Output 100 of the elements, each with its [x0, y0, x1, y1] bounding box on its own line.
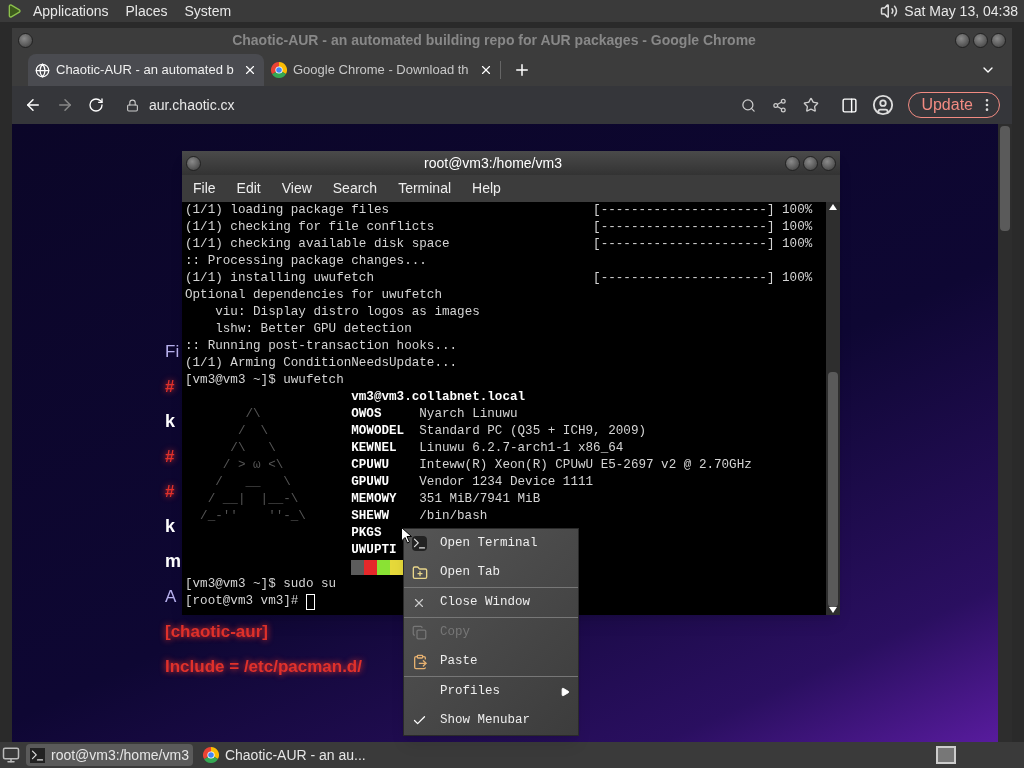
fetch-label: GPUWU: [351, 474, 390, 491]
chrome-logo-icon: [271, 62, 287, 78]
terminal-line: lshw: Better GPU detection: [214, 321, 412, 338]
menu-item[interactable]: Search: [332, 178, 378, 199]
window-button[interactable]: [973, 32, 988, 48]
volume-icon[interactable]: [880, 2, 899, 20]
close-tab-icon[interactable]: [243, 63, 257, 77]
ascii-art-line: / > ω <\: [221, 457, 284, 474]
menu-item[interactable]: File: [193, 178, 216, 199]
share-icon[interactable]: [772, 97, 788, 113]
window-button[interactable]: [821, 155, 836, 171]
window-button[interactable]: [18, 32, 33, 48]
taskbar-item[interactable]: root@vm3:/home/vm3: [26, 744, 193, 766]
page-text: A: [165, 585, 177, 608]
reload-icon[interactable]: [88, 97, 104, 113]
ascii-art-line: /\ \: [229, 440, 276, 457]
ascii-art-line: / __| |__-\: [206, 491, 299, 508]
progress-text: [----------------------] 100%: [593, 270, 813, 287]
terminal-line: viu: Display distro logos as images: [214, 304, 480, 321]
window-button[interactable]: [955, 32, 970, 48]
new-tab-icon[interactable]: [513, 61, 531, 79]
fetch-value: 351 MiB/7941 MiB: [419, 491, 541, 508]
panel-menu[interactable]: Places: [125, 0, 168, 22]
globe-icon: [35, 62, 50, 78]
menu-item[interactable]: View: [281, 178, 312, 199]
copy-icon: [412, 625, 427, 640]
context-menu-item[interactable]: Paste: [404, 647, 578, 676]
fetch-header: vm3@vm3.collabnet.local: [351, 389, 526, 406]
show-desktop-icon[interactable]: [2, 746, 20, 764]
fetch-label: MEMOWY: [351, 491, 397, 508]
window-title: root@vm3:/home/vm3: [423, 153, 563, 173]
panel-menu[interactable]: Applications: [33, 0, 109, 22]
back-icon[interactable]: [24, 96, 42, 114]
fetch-label: PKGS: [351, 525, 382, 542]
fetch-value: Vendor 1234 Device 1111: [419, 474, 594, 491]
terminal-line: (1/1) checking for file conflicts: [185, 219, 436, 236]
fetch-value: Inteww(R) Xeon(R) CPUwU E5-2697 v2 @ 2.70GHz: [419, 457, 752, 474]
page-text: k: [165, 515, 175, 538]
side-panel-icon[interactable]: [841, 96, 859, 114]
context-menu-item[interactable]: Profiles: [404, 677, 578, 706]
terminal-icon: [412, 536, 427, 551]
logo-icon[interactable]: [6, 3, 22, 19]
scrollbar[interactable]: [826, 202, 840, 615]
context-menu-item[interactable]: Open Tab: [404, 558, 578, 587]
terminal-line: :: Processing package changes...: [185, 253, 427, 270]
terminal-line: :: Running post-transaction hooks...: [185, 338, 458, 355]
ascii-art-line: /\: [244, 406, 261, 423]
scroll-up-icon[interactable]: [829, 204, 837, 210]
window-title: Chaotic-AUR - an automated building repo for AUR packages - Google Chrome: [231, 30, 757, 50]
progress-text: [----------------------] 100%: [593, 219, 813, 236]
menu-item[interactable]: Edit: [236, 178, 261, 199]
menu-item[interactable]: Terminal: [398, 178, 452, 199]
fetch-value: Linuwu 6.2.7-arch1-1 x86_64: [419, 440, 624, 457]
progress-text: [----------------------] 100%: [593, 202, 813, 219]
window-button[interactable]: [991, 32, 1006, 48]
terminal-line: [vm3@vm3 ~]$ uwufetch: [185, 372, 344, 389]
terminal-icon: [30, 747, 45, 763]
window-button[interactable]: [186, 155, 201, 171]
page-text: k: [165, 410, 175, 433]
browser-tab[interactable]: Google Chrome - Download th: [264, 54, 500, 86]
terminal-line: [vm3@vm3 ~]$ sudo su: [185, 576, 337, 593]
menu-item[interactable]: Help: [472, 178, 501, 199]
forward-icon[interactable]: [56, 96, 74, 114]
fetch-label: KEWNEL: [351, 440, 397, 457]
page-text: m: [165, 550, 181, 573]
search-icon[interactable]: [741, 97, 757, 113]
fetch-value: /bin/bash: [419, 508, 488, 525]
star-icon[interactable]: [803, 97, 820, 113]
terminal-line: (1/1) Arming ConditionNeedsUpdate...: [185, 355, 458, 372]
scrollbar[interactable]: [998, 124, 1012, 742]
text-cursor: [305, 593, 315, 610]
fetch-label: UWUPTI: [351, 542, 397, 559]
fetch-label: OWOS: [351, 406, 382, 423]
clock[interactable]: Sat May 13, 04:38: [904, 0, 1018, 22]
fetch-label: SHEWW: [351, 508, 390, 525]
scrollbar-thumb[interactable]: [1000, 126, 1010, 231]
lock-icon: [126, 98, 139, 112]
browser-tab[interactable]: Chaotic-AUR - an automated b: [28, 54, 264, 86]
progress-text: [----------------------] 100%: [593, 236, 813, 253]
page-text: #: [165, 375, 175, 398]
panel-menu[interactable]: System: [184, 0, 232, 22]
ascii-art-line: / \: [236, 423, 269, 440]
page-text: #: [165, 445, 175, 468]
context-menu-item[interactable]: Show Menubar: [404, 706, 578, 735]
fetch-value: Nyarch Linuwu: [419, 406, 518, 423]
address-bar[interactable]: aur.chaotic.cx: [118, 91, 828, 119]
paste-icon: [412, 653, 428, 670]
ascii-art-line: /_-'' ''-_\: [199, 508, 306, 525]
window-button[interactable]: [803, 155, 818, 171]
mouse-cursor-icon: [401, 527, 412, 544]
page-text: #: [165, 480, 175, 503]
taskbar-item[interactable]: Chaotic-AUR - an au...: [198, 744, 370, 766]
window-button[interactable]: [785, 155, 800, 171]
close-tab-icon[interactable]: [479, 63, 493, 77]
profile-icon[interactable]: [872, 94, 895, 116]
page-text: Fi: [165, 340, 180, 363]
workspace-switcher[interactable]: [936, 746, 956, 764]
scrollbar-thumb[interactable]: [828, 372, 838, 607]
context-menu-item[interactable]: Close Window: [404, 588, 578, 617]
fetch-label: MOWODEL: [351, 423, 405, 440]
